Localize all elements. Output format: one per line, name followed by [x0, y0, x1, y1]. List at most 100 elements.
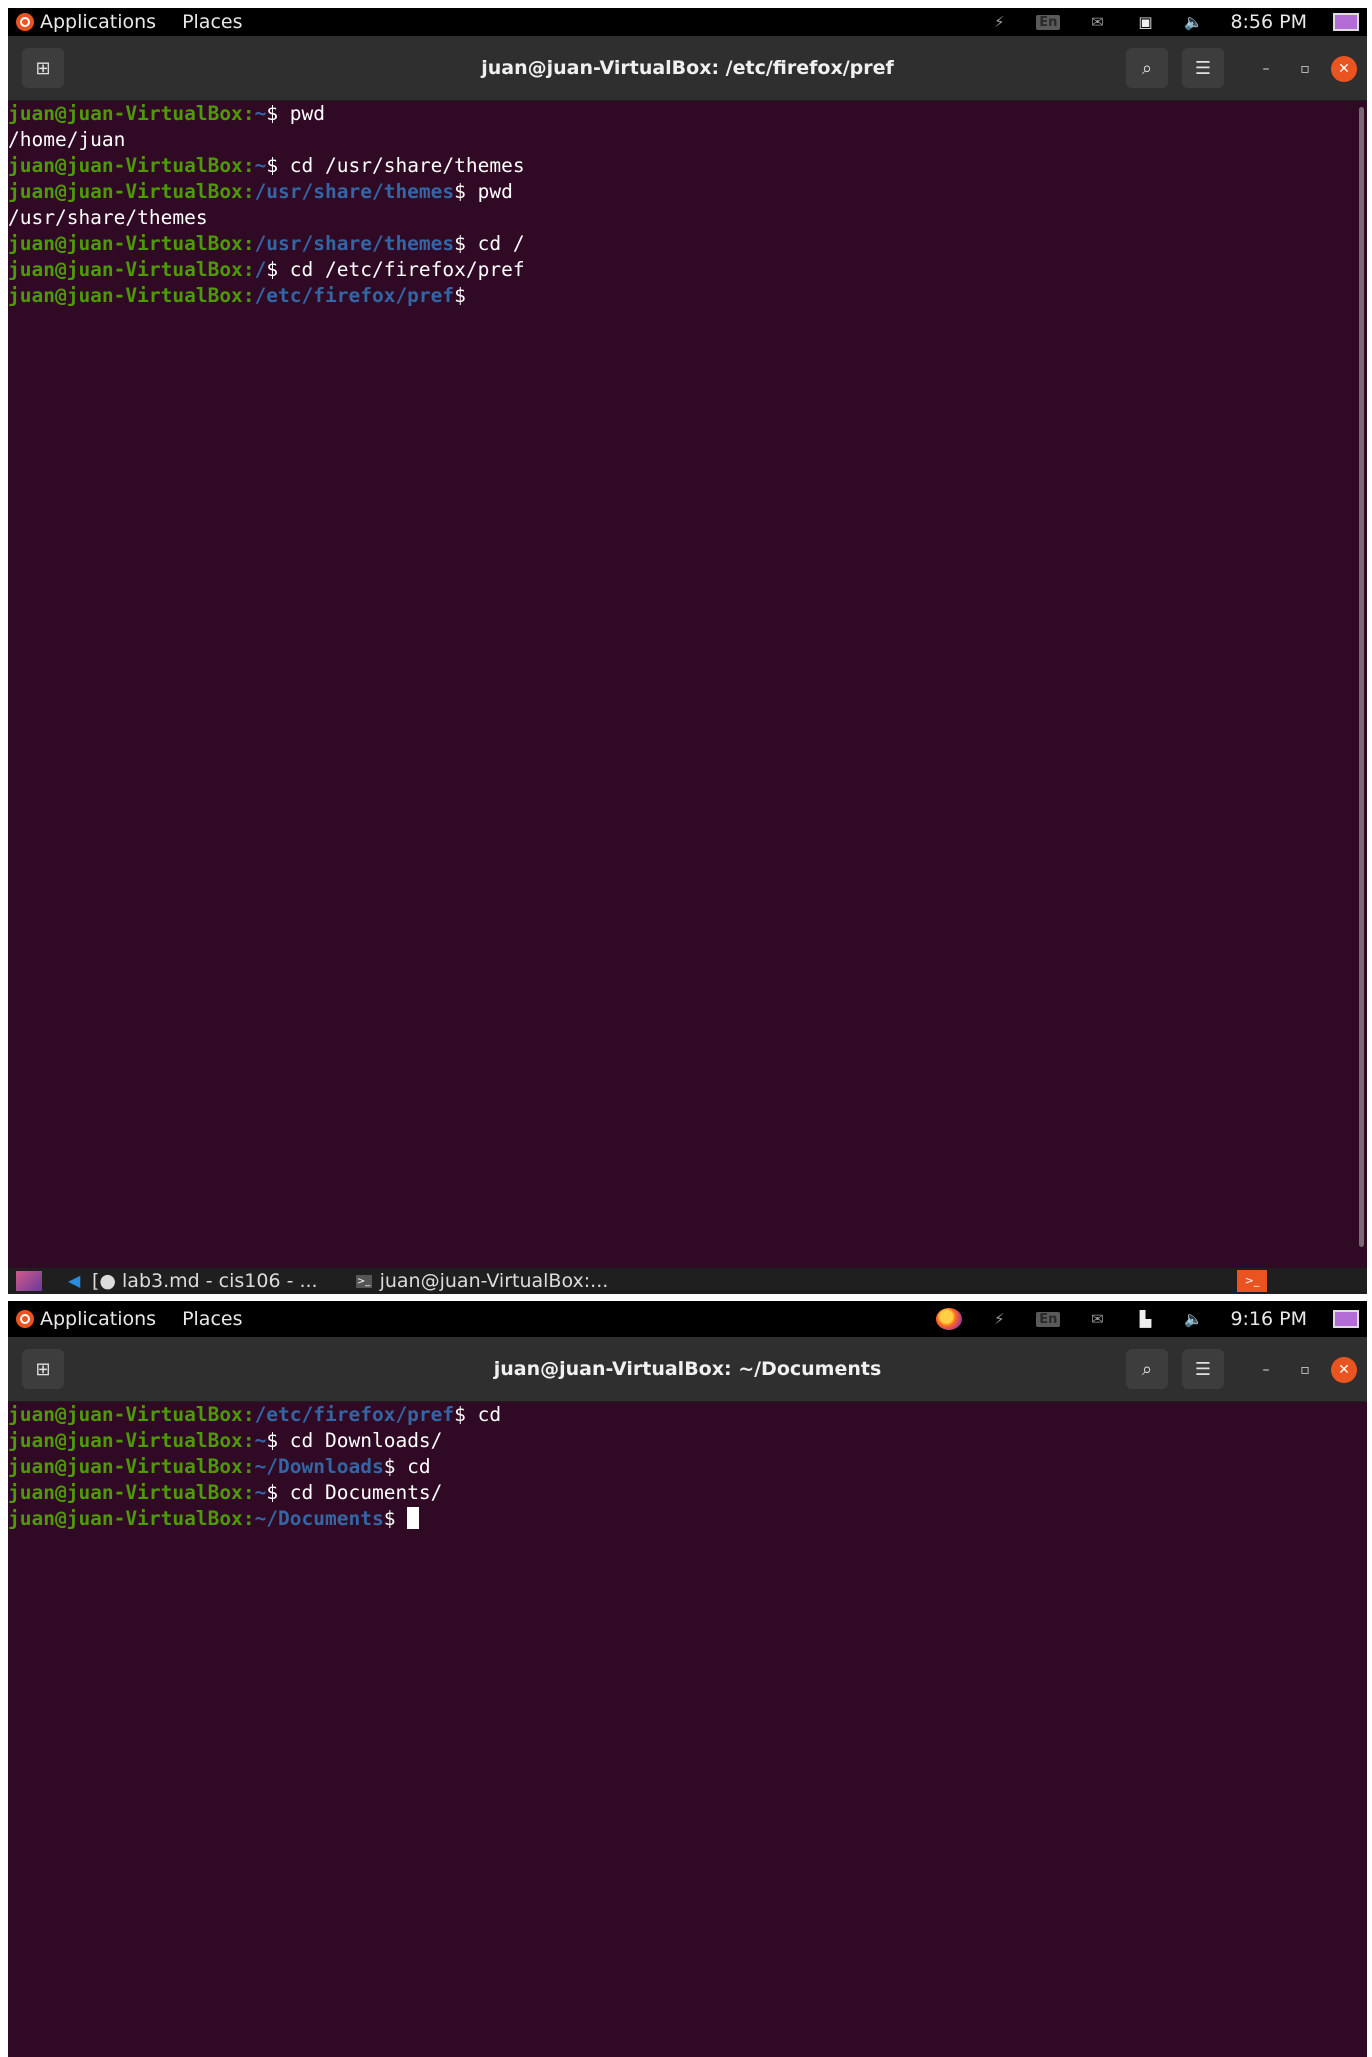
places-menu[interactable]: Places — [182, 1308, 242, 1330]
task-terminal[interactable]: >_ juan@juan-VirtualBox:... — [344, 1268, 621, 1294]
mail-icon[interactable]: ✉ — [1086, 14, 1108, 30]
workspace-switcher-icon[interactable]: >_ — [1237, 1270, 1267, 1292]
search-button[interactable]: ⌕ — [1126, 1349, 1168, 1389]
applications-label: Applications — [40, 1308, 157, 1330]
clipboard-icon[interactable]: ▙ — [1134, 1311, 1156, 1327]
prompt-separator: : — [242, 102, 255, 125]
new-tab-icon: ⊞ — [35, 1358, 51, 1380]
hamburger-icon: ☰ — [1194, 1358, 1212, 1380]
minimize-button[interactable]: – — [1253, 56, 1279, 82]
prompt-separator: : — [242, 284, 255, 307]
mail-icon[interactable]: ✉ — [1086, 1311, 1108, 1327]
terminal-line: juan@juan-VirtualBox:/etc/firefox/pref$ — [8, 283, 1367, 309]
system-tray: ⚡ En ✉ ▙ 🔈 9:16 PM — [936, 1301, 1359, 1337]
firefox-icon[interactable] — [936, 1308, 963, 1330]
clipboard-icon[interactable]: ▣ — [1134, 14, 1156, 30]
system-tray: ⚡ En ✉ ▣ 🔈 8:56 PM — [988, 8, 1359, 36]
applications-label: Applications — [40, 11, 157, 33]
prompt-path: /etc/firefox/pref — [254, 1403, 455, 1426]
search-button[interactable]: ⌕ — [1126, 48, 1168, 88]
applications-menu[interactable]: Applications Places — [16, 8, 242, 36]
prompt-path: /etc/firefox/pref — [254, 284, 455, 307]
monitor-icon[interactable] — [1333, 1310, 1359, 1328]
prompt-path: ~ — [254, 1481, 267, 1504]
network-icon[interactable]: ⚡ — [988, 1311, 1010, 1327]
prompt-separator: : — [242, 1481, 255, 1504]
clock[interactable]: 9:16 PM — [1230, 1308, 1307, 1330]
prompt-separator: : — [242, 232, 255, 255]
prompt-user: juan@juan-VirtualBox — [8, 180, 243, 203]
terminal-line: juan@juan-VirtualBox:~/Downloads$ cd — [8, 1454, 1367, 1480]
terminal-icon: >_ — [355, 1274, 372, 1288]
prompt-user: juan@juan-VirtualBox — [8, 1507, 243, 1530]
prompt-user: juan@juan-VirtualBox — [8, 1429, 243, 1452]
command-text: $ cd — [383, 1455, 431, 1478]
command-text: $ cd /usr/share/themes — [266, 154, 525, 177]
screenshot-1: Applications Places ⚡ En ✉ ▣ 🔈 8:56 PM j… — [0, 0, 1372, 1294]
new-tab-button[interactable]: ⊞ — [22, 48, 64, 88]
prompt-user: juan@juan-VirtualBox — [8, 154, 243, 177]
prompt-path: / — [254, 258, 267, 281]
minimize-button[interactable]: – — [1253, 1357, 1279, 1383]
hamburger-menu-button[interactable]: ☰ — [1182, 48, 1224, 88]
command-text: $ pwd — [266, 102, 326, 125]
terminal-line: juan@juan-VirtualBox:/etc/firefox/pref$ … — [8, 1402, 1367, 1428]
prompt-separator: : — [242, 258, 255, 281]
keyboard-layout-indicator[interactable]: En — [1036, 14, 1061, 30]
terminal-line: juan@juan-VirtualBox:~$ cd /usr/share/th… — [8, 153, 1367, 179]
new-tab-button[interactable]: ⊞ — [22, 1349, 64, 1389]
command-text: $ cd / — [454, 232, 525, 255]
prompt-user: juan@juan-VirtualBox — [8, 1403, 243, 1426]
screenshot-2: Applications Places ⚡ En ✉ ▙ 🔈 9:16 PM j… — [0, 1301, 1372, 2057]
prompt-separator: : — [242, 1455, 255, 1478]
terminal-line: juan@juan-VirtualBox:/$ cd /etc/firefox/… — [8, 257, 1367, 283]
prompt-path: /usr/share/themes — [254, 180, 455, 203]
prompt-path: /usr/share/themes — [254, 232, 455, 255]
prompt-separator: : — [242, 1429, 255, 1452]
prompt-path: ~ — [254, 1429, 267, 1452]
top-panel: Applications Places ⚡ En ✉ ▙ 🔈 9:16 PM — [8, 1301, 1367, 1337]
prompt-path: ~ — [254, 154, 267, 177]
task-vscode[interactable]: ◀ [● lab3.md - cis106 - ... — [56, 1268, 330, 1294]
terminal-line: juan@juan-VirtualBox:~/Documents$ — [8, 1506, 1367, 1532]
ubuntu-logo-icon — [16, 1310, 34, 1328]
command-text: $ cd Documents/ — [266, 1481, 443, 1504]
maximize-button[interactable]: ▫ — [1292, 1357, 1318, 1383]
hamburger-menu-button[interactable]: ☰ — [1182, 1349, 1224, 1389]
network-icon[interactable]: ⚡ — [988, 14, 1010, 30]
command-text: $ cd Downloads/ — [266, 1429, 443, 1452]
terminal-line: /home/juan — [8, 127, 1367, 153]
terminal-line: /usr/share/themes — [8, 205, 1367, 231]
ubuntu-logo-icon — [16, 13, 34, 31]
terminal-header-bar: juan@juan-VirtualBox: /etc/firefox/pref … — [8, 36, 1367, 101]
monitor-icon[interactable] — [1333, 13, 1359, 31]
task-label: juan@juan-VirtualBox:... — [379, 1270, 609, 1292]
prompt-path: ~/Downloads — [254, 1455, 384, 1478]
places-menu[interactable]: Places — [182, 11, 242, 33]
clock[interactable]: 8:56 PM — [1230, 11, 1307, 33]
keyboard-layout-indicator[interactable]: En — [1036, 1311, 1061, 1327]
bottom-taskbar: ◀ [● lab3.md - cis106 - ... >_ juan@juan… — [8, 1268, 1367, 1294]
prompt-separator: : — [242, 1403, 255, 1426]
volume-icon[interactable]: 🔈 — [1182, 1311, 1204, 1327]
terminal-scrollbar[interactable] — [1359, 107, 1364, 1247]
prompt-user: juan@juan-VirtualBox — [8, 1455, 243, 1478]
maximize-button[interactable]: ▫ — [1292, 56, 1318, 82]
command-text: $ — [454, 284, 466, 307]
vscode-icon: ◀ — [68, 1271, 81, 1290]
terminal-line: juan@juan-VirtualBox:~$ cd Documents/ — [8, 1480, 1367, 1506]
close-button[interactable]: ✕ — [1331, 56, 1357, 82]
terminal-header-bar: juan@juan-VirtualBox: ~/Documents ⊞ ⌕ ☰ … — [8, 1337, 1367, 1402]
volume-icon[interactable]: 🔈 — [1182, 14, 1204, 30]
prompt-path: ~/Documents — [254, 1507, 384, 1530]
show-desktop-button[interactable] — [16, 1271, 42, 1291]
terminal-line: juan@juan-VirtualBox:~$ cd Downloads/ — [8, 1428, 1367, 1454]
applications-menu[interactable]: Applications Places — [16, 1301, 242, 1337]
close-button[interactable]: ✕ — [1331, 1357, 1357, 1383]
prompt-user: juan@juan-VirtualBox — [8, 258, 243, 281]
command-text: $ — [383, 1507, 408, 1530]
terminal-output[interactable]: juan@juan-VirtualBox:/etc/firefox/pref$ … — [8, 1402, 1367, 2057]
task-label: [● lab3.md - cis106 - ... — [92, 1270, 318, 1292]
prompt-path: ~ — [254, 102, 267, 125]
terminal-output[interactable]: juan@juan-VirtualBox:~$ pwd/home/juan jua… — [8, 101, 1367, 1268]
